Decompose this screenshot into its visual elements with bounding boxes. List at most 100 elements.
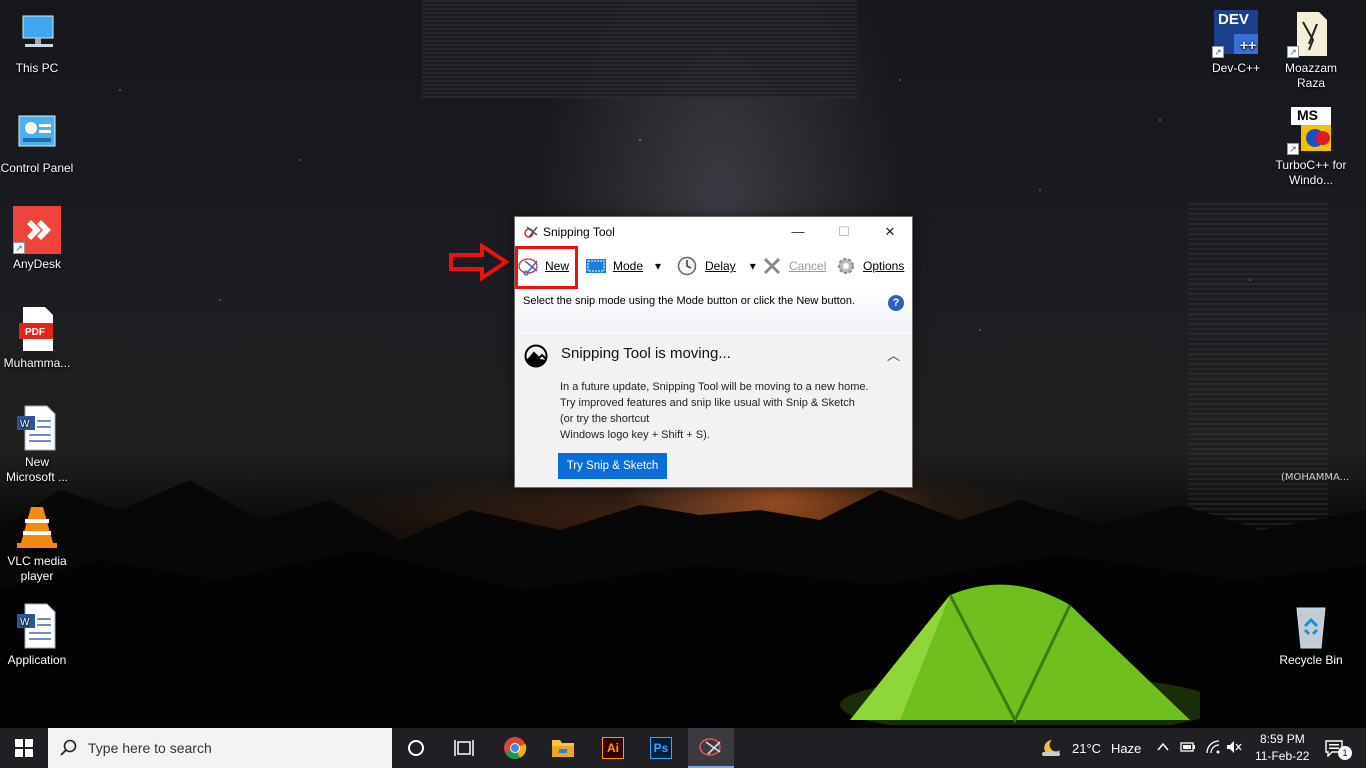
vlc-cone-icon [13,503,61,551]
desktop-icon-word-new[interactable]: W New Microsoft ... [0,404,74,485]
toolbar: New Mode ▾ Delay ▾ Cancel Options [515,246,912,289]
clock-date[interactable]: 11-Feb-22 [1255,749,1309,763]
delay-label: Delay [705,259,736,273]
cancel-label: Cancel [789,259,827,273]
desktop-icon-label: This PC [15,61,59,75]
taskbar-app-file-explorer[interactable] [540,728,586,768]
green-tent [840,584,1200,725]
photoshop-icon: Ps [650,737,672,759]
new-snip-button[interactable]: New [515,246,578,289]
title-bar[interactable]: Snipping Tool — ☐ ✕ [515,217,912,247]
help-icon[interactable]: ? [888,295,904,311]
instruction-bar: Select the snip mode using the Mode butt… [515,290,912,332]
weather-temp[interactable]: 21°C [1072,741,1101,756]
dev-badge-text: DEV [1218,11,1249,28]
cortana-button[interactable] [392,728,440,768]
start-button[interactable] [0,728,48,768]
moving-heading: Snipping Tool is moving... [561,345,731,362]
taskbar-app-snipping-tool[interactable] [688,728,734,768]
desktop-icon-moazzam[interactable]: ↗ Moazzam Raza [1274,10,1348,91]
desktop-icon-label: Muhamma... [3,356,71,370]
desktop-icon-label: New Microsoft ... [5,455,68,484]
mode-label: Mode [613,259,644,273]
shortcut-arrow-icon: ↗ [1212,46,1224,58]
search-icon [60,739,77,756]
speaker-muted-icon[interactable] [1226,740,1242,754]
options-button[interactable]: Options [836,248,904,284]
chevron-down-icon[interactable]: ▾ [655,259,661,273]
options-label: Options [863,259,905,273]
ms-badge-text: MS [1297,107,1318,123]
document-file-icon: ↗ [1287,10,1335,58]
pdf-file-icon: PDF [13,305,61,353]
cancel-x-icon [763,257,781,275]
weather-moon-icon [1042,740,1060,756]
wifi-icon[interactable] [1205,740,1221,754]
shortcut-arrow-icon: ↗ [13,242,25,254]
minimize-button[interactable]: — [775,217,821,247]
desktop-icon-label: Control Panel [0,161,74,175]
notification-center-button[interactable]: 1 [1314,728,1354,768]
desktop-icon-word-app[interactable]: W Application [0,602,74,668]
search-placeholder: Type here to search [88,740,212,756]
battery-icon[interactable] [1180,741,1196,753]
desktop-icon-label: VLC media player [7,554,67,583]
desktop-icon-label: TurboC++ for Windo... [1275,158,1347,187]
gear-icon [838,258,854,274]
close-button[interactable]: ✕ [867,217,913,247]
chrome-icon [504,737,527,759]
delay-button[interactable]: Delay ▾ [677,248,756,284]
turboc-icon: MS ↗ [1287,107,1335,155]
clock-time[interactable]: 8:59 PM [1260,732,1305,746]
shortcut-arrow-icon: ↗ [1287,143,1299,155]
taskbar-app-illustrator[interactable]: Ai [590,728,636,768]
svg-text:++: ++ [1240,37,1256,53]
illustrator-icon: Ai [602,737,624,759]
moving-body-line2: Windows logo key + Shift + S). [560,429,710,441]
maximize-button[interactable]: ☐ [821,217,867,247]
snipping-tool-window: Snipping Tool — ☐ ✕ New Mode ▾ Delay ▾ C… [514,216,913,488]
desktop-icon-recycle-bin[interactable]: Recycle Bin [1274,602,1348,668]
moving-body-line1: In a future update, Snipping Tool will b… [560,381,869,425]
cortana-circle-icon [408,740,424,756]
desktop-icon-control-panel[interactable]: Control Panel [0,110,74,176]
moving-notice-panel: Snipping Tool is moving... ︿ In a future… [515,333,912,487]
desktop-icon-this-pc[interactable]: This PC [0,10,74,76]
devcpp-icon: ++ DEV ↗ [1212,10,1260,58]
recycle-bin-icon [1287,602,1335,650]
desktop-icon-label: Moazzam Raza [1284,61,1337,90]
red-highlight-box [515,246,578,289]
svg-text:W: W [20,617,30,628]
moving-body: In a future update, Snipping Tool will b… [560,379,870,443]
desktop-icon-anydesk[interactable]: ↗ AnyDesk [0,206,74,272]
desktop-icon-label: Recycle Bin [1279,653,1343,667]
chevron-down-icon[interactable]: ▾ [750,259,756,273]
chevron-up-icon[interactable] [1157,741,1169,753]
taskbar: Type here to search Ai Ps 21°C Haze 8:59… [0,728,1366,768]
taskbar-app-photoshop[interactable]: Ps [638,728,684,768]
word-document-icon: W [13,404,61,452]
wallpaper-artifact [422,0,857,98]
cancel-button[interactable]: Cancel [763,248,826,284]
desktop-icon-label: Dev-C++ [1211,61,1261,75]
anydesk-icon: ↗ [13,206,61,254]
desktop-icon-vlc[interactable]: VLC media player [0,503,74,584]
desktop-icon-turboc[interactable]: MS ↗ TurboC++ for Windo... [1274,107,1348,188]
desktop-icon-pdf[interactable]: PDF Muhamma... [0,305,74,371]
computer-icon [13,10,61,58]
svg-text:W: W [20,419,30,430]
snipping-tool-icon [524,226,538,238]
weather-desc[interactable]: Haze [1111,741,1141,756]
taskbar-app-chrome[interactable] [492,728,538,768]
taskbar-search-box[interactable]: Type here to search [48,728,392,768]
rectangle-mode-icon [586,259,606,273]
chevron-up-icon[interactable]: ︿ [887,345,900,364]
task-view-button[interactable] [440,728,488,768]
desktop-icon-devcpp[interactable]: ++ DEV ↗ Dev-C++ [1199,10,1273,76]
window-title: Snipping Tool [543,225,615,239]
snipping-tool-icon [699,738,721,756]
mode-button[interactable]: Mode ▾ [585,248,661,284]
try-snip-sketch-button[interactable]: Try Snip & Sketch [558,453,667,479]
folder-icon [552,740,574,757]
clock-icon [677,256,697,276]
